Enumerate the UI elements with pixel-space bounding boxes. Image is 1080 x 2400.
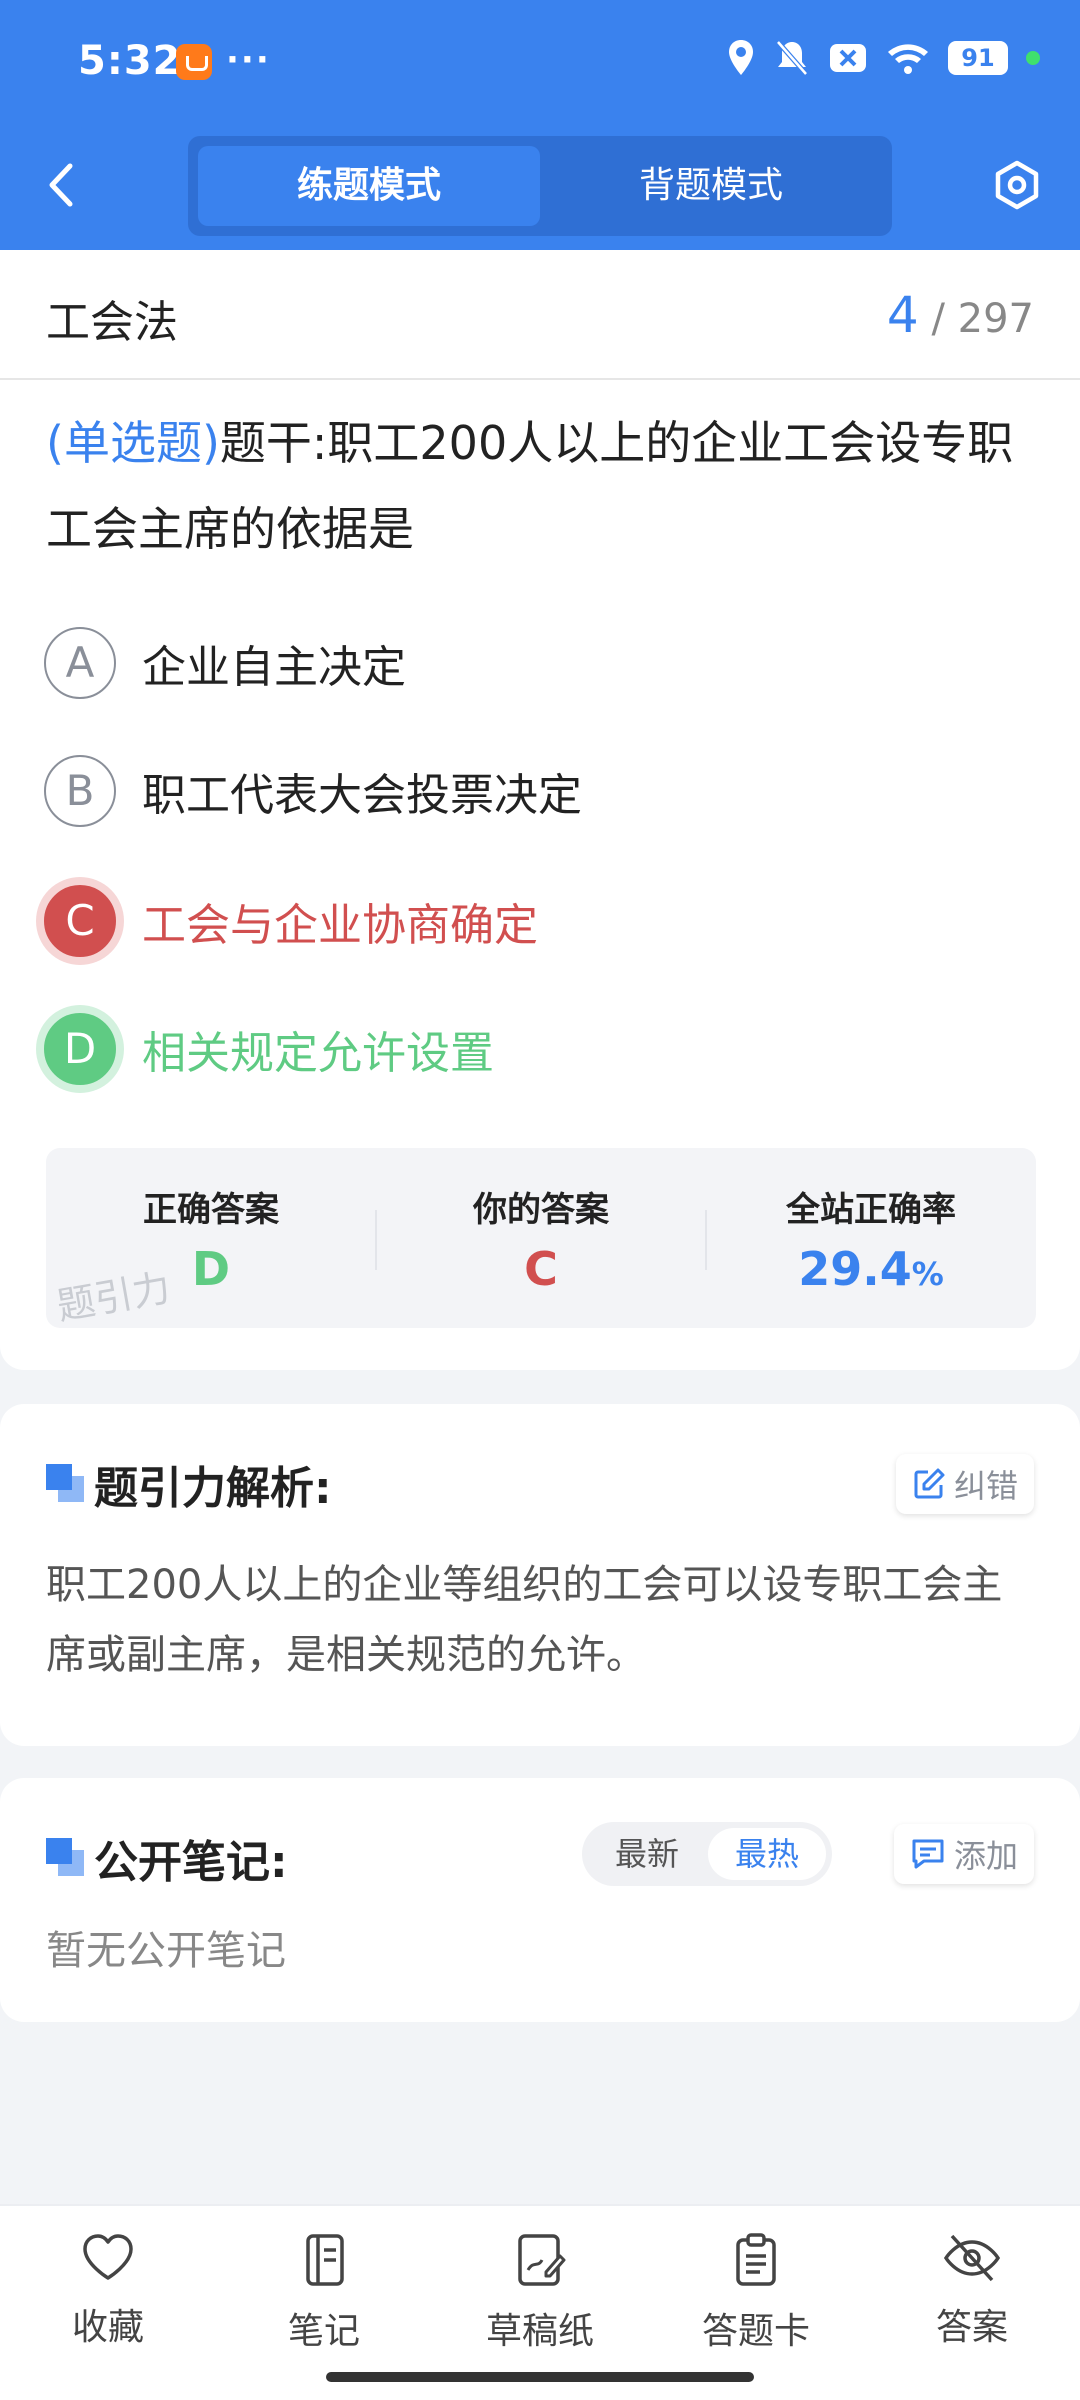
section-icon <box>46 1838 86 1878</box>
accuracy-column: 全站正确率 29.4% <box>706 1148 1036 1328</box>
accuracy-value: 29.4% <box>706 1242 1036 1296</box>
notes-sort-toggle: 最新 最热 <box>582 1822 832 1886</box>
answer-summary: 正确答案 D 你的答案 C 全站正确率 29.4% 题引力 <box>46 1148 1036 1329</box>
tab-show-answer[interactable]: 答案 <box>892 2232 1052 2350</box>
tab-label: 草稿纸 <box>485 2311 594 2352</box>
your-answer-column: 你的答案 C <box>376 1148 706 1328</box>
tab-favorite[interactable]: 收藏 <box>28 2232 188 2350</box>
top-header: 5:32 ··· 91 练题模式 背题模式 <box>0 0 1080 250</box>
notebook-icon <box>306 2234 344 2286</box>
analysis-card: 题引力解析: 纠错 职工200人以上的企业等组织的工会可以设专职工会主席或副主席… <box>0 1404 1080 1746</box>
edit-icon <box>914 1468 945 1499</box>
option-text: 工会与企业协商确定 <box>142 900 538 951</box>
empty-notes-text: 暂无公开笔记 <box>46 1928 286 1974</box>
your-answer-label: 你的答案 <box>473 1190 609 1230</box>
privacy-dot <box>1026 51 1040 65</box>
status-bar: 5:32 ··· 91 <box>0 0 1080 125</box>
tab-label: 答题卡 <box>701 2311 810 2352</box>
notes-card: 公开笔记: 最新 最热 添加 暂无公开笔记 <box>0 1778 1080 2022</box>
more-notifications-icon: ··· <box>226 40 271 80</box>
correct-answer-label: 正确答案 <box>143 1190 279 1230</box>
question-card: 工会法 4 / 297 (单选题)题干:职工200人以上的企业工会设专职工会主席… <box>0 250 1080 1370</box>
location-icon <box>729 40 753 75</box>
tab-label: 笔记 <box>287 2311 360 2352</box>
question-type-label: (单选题) <box>46 416 220 470</box>
sort-hottest[interactable]: 最热 <box>708 1828 826 1880</box>
analysis-text: 职工200人以上的企业等组织的工会可以设专职工会主席或副主席，是相关规范的允许。 <box>46 1562 1003 1678</box>
option-text: 企业自主决定 <box>142 642 406 693</box>
back-arrow-icon[interactable] <box>42 158 82 212</box>
option-letter: C <box>44 885 116 957</box>
report-error-label: 纠错 <box>953 1467 1018 1505</box>
option-letter: D <box>44 1013 116 1085</box>
accuracy-number: 29.4 <box>798 1242 912 1296</box>
question-stem: (单选题)题干:职工200人以上的企业工会设专职工会主席的依据是 <box>46 400 1036 572</box>
option-c[interactable]: C 工会与企业协商确定 <box>44 884 538 958</box>
accuracy-unit: % <box>911 1255 944 1293</box>
subject-title: 工会法 <box>46 297 178 348</box>
mute-bell-icon <box>776 40 808 76</box>
your-answer-value: C <box>524 1242 558 1296</box>
option-letter: A <box>44 627 116 699</box>
option-a[interactable]: A 企业自主决定 <box>44 626 406 700</box>
eye-off-icon <box>943 2234 1001 2282</box>
tab-practice-mode[interactable]: 练题模式 <box>198 146 540 226</box>
heart-icon <box>83 2234 133 2280</box>
tab-draft[interactable]: 草稿纸 <box>460 2232 620 2354</box>
home-indicator[interactable] <box>326 2372 754 2382</box>
close-box-icon <box>830 44 866 72</box>
accuracy-label: 全站正确率 <box>786 1190 956 1230</box>
option-b[interactable]: B 职工代表大会投票决定 <box>44 754 582 828</box>
option-text: 职工代表大会投票决定 <box>142 770 582 821</box>
draft-icon <box>518 2234 566 2286</box>
tab-memorize-mode[interactable]: 背题模式 <box>540 146 882 226</box>
comment-icon <box>912 1839 944 1869</box>
question-counter: 4 / 297 <box>887 286 1034 344</box>
divider <box>0 378 1080 380</box>
system-icons: 91 <box>726 38 1040 78</box>
total-count: / 297 <box>931 296 1034 342</box>
battery-icon: 91 <box>948 41 1008 75</box>
tab-label: 收藏 <box>71 2307 144 2348</box>
tab-notes[interactable]: 笔记 <box>244 2232 404 2354</box>
add-note-label: 添加 <box>953 1837 1018 1875</box>
mode-switch: 练题模式 背题模式 <box>188 136 892 236</box>
sort-newest[interactable]: 最新 <box>588 1828 706 1880</box>
option-text: 相关规定允许设置 <box>142 1028 494 1079</box>
tab-label: 答案 <box>935 2307 1008 2348</box>
option-d[interactable]: D 相关规定允许设置 <box>44 1012 494 1086</box>
add-note-button[interactable]: 添加 <box>893 1824 1034 1884</box>
bottom-toolbar: 收藏 笔记 草稿纸 答题卡 答案 <box>0 2204 1080 2400</box>
section-icon <box>46 1464 86 1504</box>
tab-answer-sheet[interactable]: 答题卡 <box>676 2232 836 2354</box>
notification-app-icon <box>176 44 212 80</box>
report-error-button[interactable]: 纠错 <box>895 1454 1034 1514</box>
status-time: 5:32 <box>78 38 182 84</box>
option-letter: B <box>44 755 116 827</box>
wifi-icon <box>888 44 928 74</box>
settings-hex-icon[interactable] <box>990 158 1044 212</box>
clipboard-icon <box>736 2233 776 2286</box>
current-index: 4 <box>886 286 919 344</box>
notes-title: 公开笔记: <box>94 1837 288 1888</box>
analysis-title: 题引力解析: <box>94 1463 332 1514</box>
